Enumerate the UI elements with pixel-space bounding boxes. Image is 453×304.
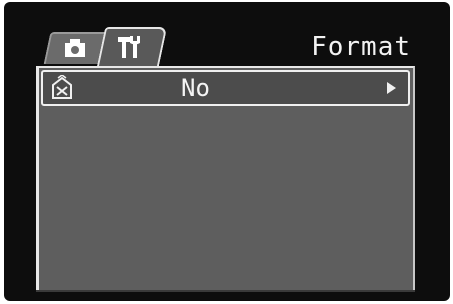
format-card-icon (52, 75, 72, 99)
panel-bottom-edge (36, 290, 415, 292)
tools-icon (118, 36, 140, 58)
format-menu-item[interactable]: No (41, 70, 410, 106)
right-arrow-icon (387, 82, 396, 94)
format-value: No (181, 74, 210, 102)
page-title: Format (311, 32, 411, 62)
camera-icon (65, 39, 85, 57)
camera-menu-screen: Format No (0, 0, 453, 304)
